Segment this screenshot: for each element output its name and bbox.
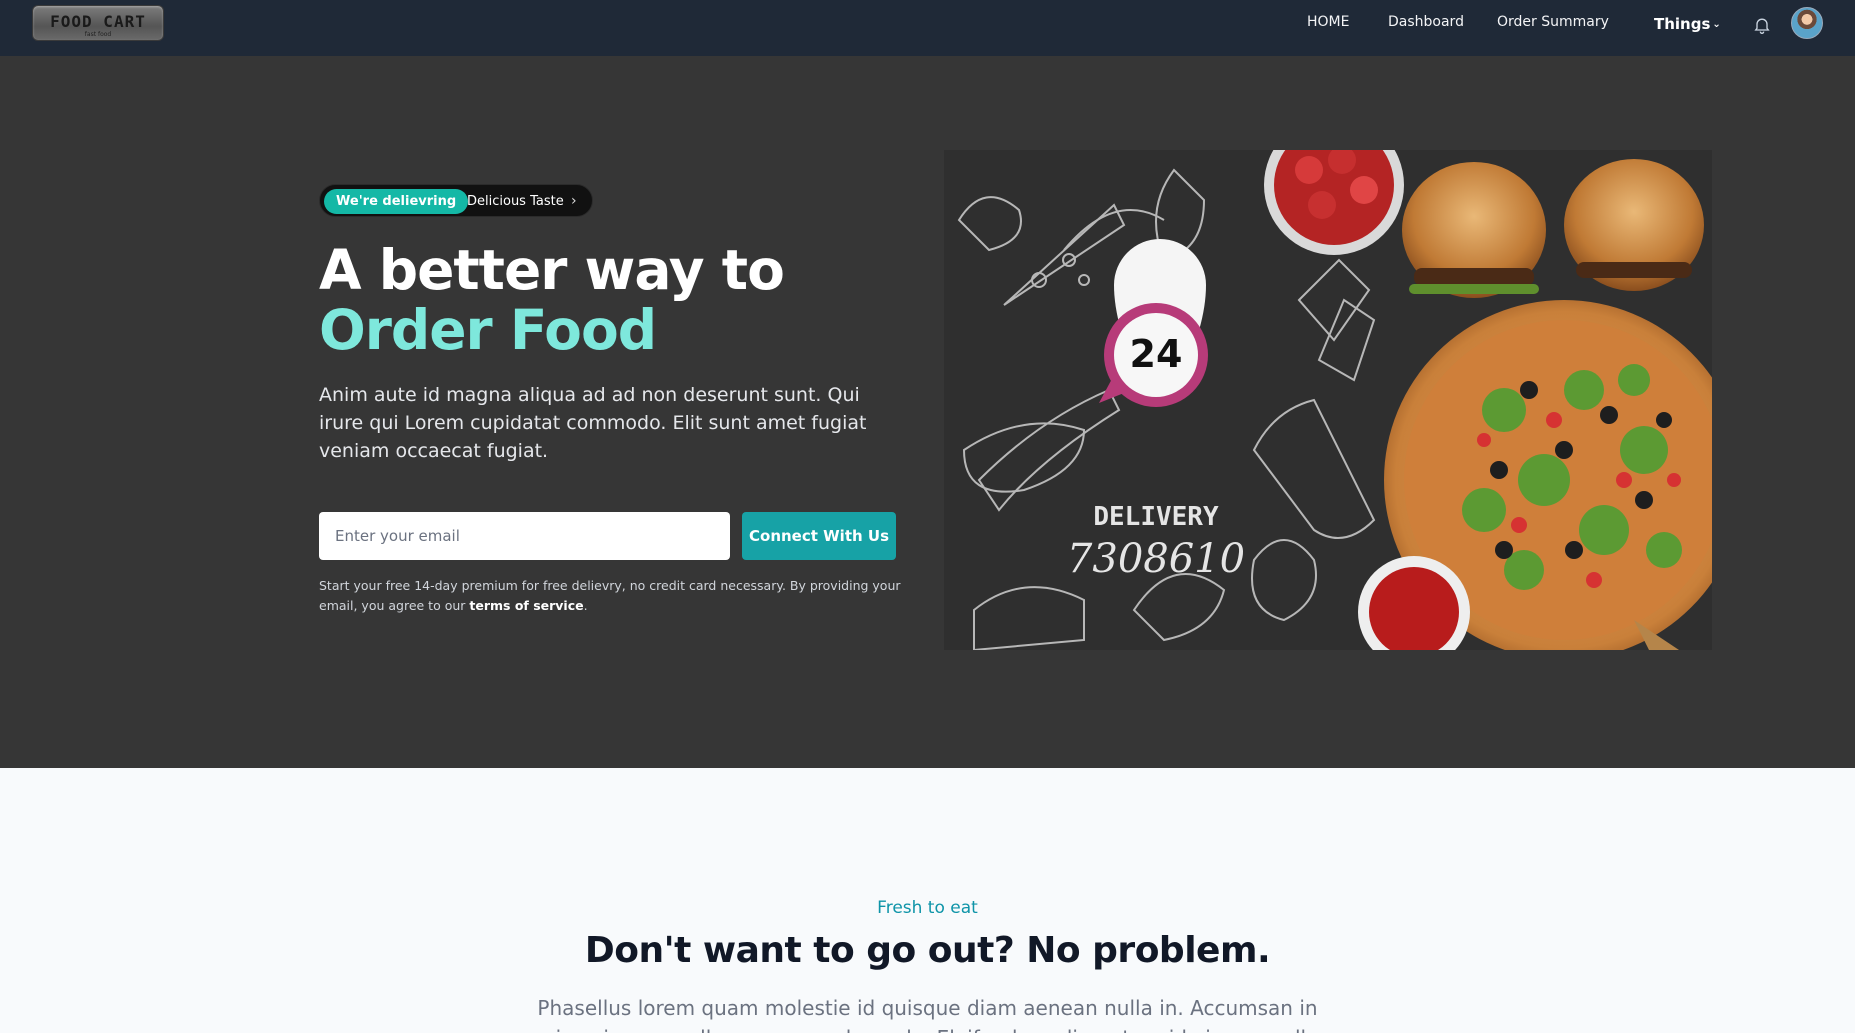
nav-order-summary-link[interactable]: Order Summary (1497, 14, 1609, 30)
chevron-down-icon: ⌄ (1712, 19, 1721, 30)
connect-with-us-button[interactable]: Connect With Us (742, 512, 896, 560)
chevron-right-icon: › (571, 193, 577, 209)
svg-text:24: 24 (1130, 332, 1183, 376)
top-navbar: FOOD CART fast food HOME Dashboard Order… (0, 0, 1855, 56)
svg-text:DELIVERY: DELIVERY (1093, 502, 1219, 532)
things-dropdown[interactable]: Things ⌄ (1654, 15, 1721, 33)
email-input[interactable] (319, 512, 730, 560)
hero-title-line1: A better way to (319, 238, 785, 302)
fine-print-text: Start your free 14-day premium for free … (319, 578, 901, 613)
logo-text: FOOD CART (50, 12, 146, 31)
food-delivery-image: 24 DELIVERY 7308610 (944, 150, 1712, 650)
food-illustration: 24 DELIVERY 7308610 (944, 150, 1712, 650)
user-avatar[interactable] (1791, 7, 1823, 39)
terms-of-service-link[interactable]: terms of service (469, 598, 583, 613)
section-title: Don't want to go out? No problem. (584, 930, 1271, 971)
svg-text:7308610: 7308610 (1067, 536, 1245, 582)
delivering-badge: We're delievring (324, 189, 469, 214)
hero-description: Anim aute id magna aliqua ad ad non dese… (319, 384, 867, 462)
food-cart-logo[interactable]: FOOD CART fast food (32, 5, 164, 41)
logo-subtext: fast food (84, 31, 112, 38)
notification-bell-icon[interactable] (1752, 15, 1772, 35)
nav-home-link[interactable]: HOME (1307, 14, 1349, 30)
hero-section: We're delievring Delicious Taste › A bet… (0, 56, 1855, 768)
nav-dashboard-link[interactable]: Dashboard (1388, 14, 1464, 30)
section-description-line1: Phasellus lorem quam molestie id quisque… (537, 996, 1318, 1020)
hero-title-line2: Order Food (319, 298, 657, 362)
section-description-line2: quis quis nunc, ullamcorper malesuada. E… (0, 1023, 1855, 1033)
announcement-pill[interactable]: We're delievring Delicious Taste › (319, 184, 593, 217)
pill-label: Delicious Taste (467, 194, 564, 209)
section-eyebrow: Fresh to eat (877, 898, 978, 918)
fine-print: Start your free 14-day premium for free … (319, 578, 901, 613)
things-dropdown-label: Things (1654, 15, 1711, 33)
